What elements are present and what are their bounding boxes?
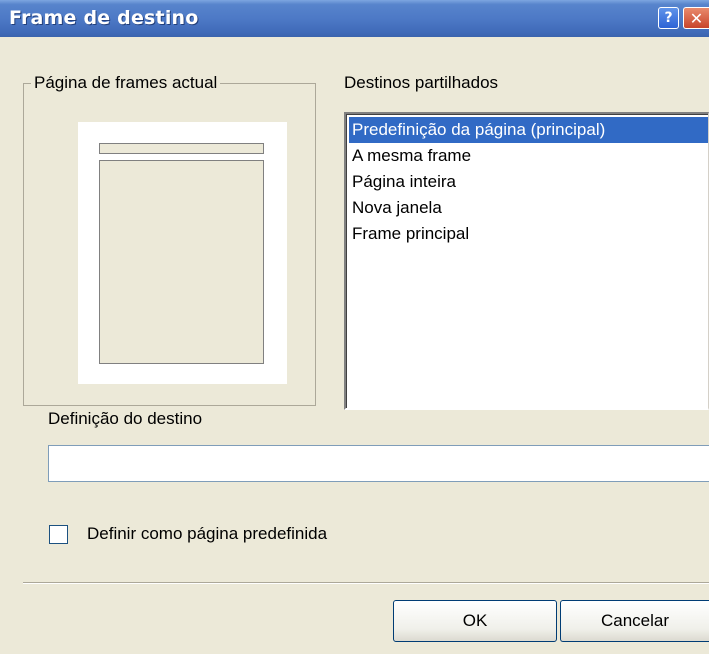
- list-item[interactable]: A mesma frame: [349, 143, 708, 169]
- ok-button[interactable]: OK: [393, 600, 557, 642]
- list-item[interactable]: Frame principal: [349, 221, 708, 247]
- list-item[interactable]: Predefinição da página (principal): [349, 117, 708, 143]
- cancel-button[interactable]: Cancelar: [560, 600, 709, 642]
- default-page-checkbox[interactable]: [49, 525, 68, 544]
- window-title: Frame de destino: [9, 7, 199, 29]
- list-item[interactable]: Página inteira: [349, 169, 708, 195]
- separator: [23, 582, 709, 584]
- preview-frame-main[interactable]: [99, 160, 264, 364]
- title-bar[interactable]: Frame de destino ? ✕: [0, 0, 709, 37]
- shared-targets-list[interactable]: Predefinição da página (principal) A mes…: [344, 112, 709, 410]
- default-page-checkbox-label[interactable]: Definir como página predefinida: [87, 524, 327, 544]
- target-setting-label: Definição do destino: [48, 409, 203, 428]
- preview-frame-top[interactable]: [99, 143, 264, 154]
- list-item[interactable]: Nova janela: [349, 195, 708, 221]
- target-setting-input[interactable]: [48, 445, 709, 482]
- help-button[interactable]: ?: [658, 7, 679, 29]
- close-button[interactable]: ✕: [683, 7, 709, 29]
- close-icon: ✕: [689, 8, 704, 28]
- current-frames-legend: Página de frames actual: [34, 73, 218, 92]
- help-icon: ?: [664, 10, 673, 26]
- shared-targets-label: Destinos partilhados: [344, 73, 499, 92]
